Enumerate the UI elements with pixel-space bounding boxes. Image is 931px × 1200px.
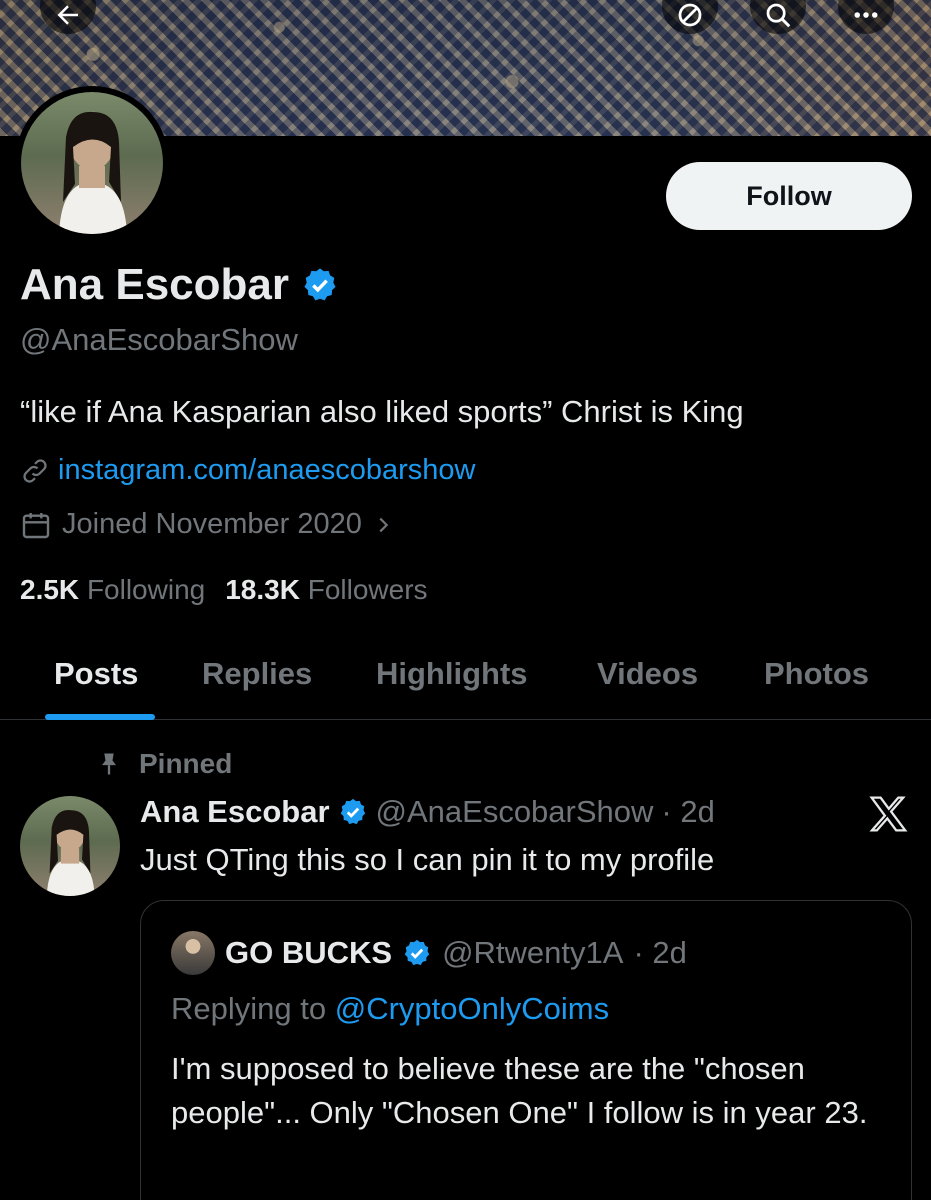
followers-count: 18.3K	[225, 574, 300, 605]
quoted-author-handle: @Rtwenty1A	[442, 935, 624, 970]
profile-name-row: Ana Escobar	[20, 260, 339, 310]
following-stat[interactable]: 2.5K Following	[20, 574, 205, 606]
calendar-icon	[22, 512, 50, 538]
joined-row[interactable]: Joined November 2020	[20, 508, 394, 541]
quoted-post-time: · 2d	[633, 935, 687, 970]
followers-stat[interactable]: 18.3K Followers	[225, 574, 427, 606]
tab-highlights[interactable]: Highlights	[376, 656, 528, 692]
x-logo-icon[interactable]	[868, 796, 908, 837]
post-author-name[interactable]: Ana Escobar	[140, 794, 330, 830]
tab-videos[interactable]: Videos	[597, 656, 698, 692]
verified-badge-icon	[340, 798, 365, 825]
profile-tabs: Posts Replies Highlights Videos Photos	[0, 650, 931, 720]
post-header: Ana Escobar @AnaEscobarShow · 2d	[140, 794, 715, 830]
profile-name: Ana Escobar	[20, 260, 289, 309]
active-tab-indicator	[45, 714, 155, 720]
follow-button[interactable]: Follow	[666, 162, 912, 230]
post-author-handle[interactable]: @AnaEscobarShow	[376, 794, 654, 830]
follow-stats: 2.5K Following 18.3K Followers	[20, 574, 428, 606]
profile-link-row[interactable]: instagram.com/anaescobarshow	[20, 454, 475, 487]
tab-photos[interactable]: Photos	[764, 656, 869, 692]
replying-to-mention[interactable]: @CryptoOnlyCoims	[335, 991, 609, 1026]
topic-icon	[678, 3, 702, 27]
profile-bio: “like if Ana Kasparian also liked sports…	[20, 394, 744, 429]
pin-icon	[102, 753, 116, 775]
more-icon	[854, 12, 878, 18]
quoted-post[interactable]: GO BUCKS @Rtwenty1A · 2d Replying to @Cr…	[140, 900, 912, 1200]
following-count: 2.5K	[20, 574, 80, 605]
following-label: Following	[86, 574, 206, 605]
avatar-photo	[59, 111, 127, 234]
verified-badge-icon[interactable]	[301, 266, 339, 304]
quoted-post-text: I'm supposed to believe these are the "c…	[171, 1051, 868, 1130]
link-icon	[23, 458, 47, 483]
quoted-post-header: GO BUCKS @Rtwenty1A · 2d	[171, 931, 687, 975]
post-text: Just QTing this so I can pin it to my pr…	[140, 842, 715, 877]
replying-prefix: Replying to	[171, 991, 327, 1026]
pinned-label: Pinned	[139, 748, 233, 779]
verified-badge-icon	[404, 939, 430, 966]
tab-posts[interactable]: Posts	[54, 656, 138, 692]
post-time: · 2d	[661, 794, 715, 829]
quoted-author-name: GO BUCKS	[225, 935, 393, 970]
profile-link[interactable]: instagram.com/anaescobarshow	[58, 454, 475, 487]
search-icon	[766, 3, 791, 28]
chevron-right-icon	[379, 517, 389, 532]
joined-date: Joined November 2020	[62, 508, 362, 540]
back-arrow-icon	[57, 5, 78, 25]
quoted-author-avatar	[171, 931, 215, 975]
avatar-photo	[46, 809, 95, 896]
profile-handle: @AnaEscobarShow	[20, 322, 298, 357]
followers-label: Followers	[307, 574, 428, 605]
replying-to: Replying to @CryptoOnlyCoims	[171, 991, 609, 1027]
pinned-indicator: Pinned	[95, 748, 232, 780]
profile-avatar[interactable]	[15, 86, 169, 240]
post-author-avatar[interactable]	[20, 796, 120, 896]
tab-replies[interactable]: Replies	[202, 656, 312, 692]
